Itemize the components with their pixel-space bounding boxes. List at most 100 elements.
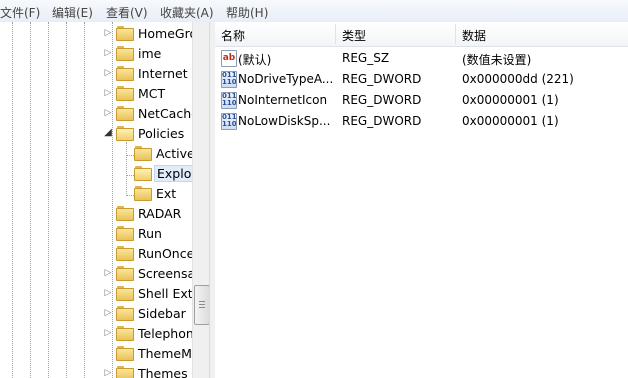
column-header-type[interactable]: 类型 <box>342 27 366 44</box>
grip-line <box>199 304 205 305</box>
tree-node-label: RunOnce <box>138 246 192 261</box>
folder-icon <box>116 206 134 221</box>
tree-node-label: Active <box>156 146 192 161</box>
value-data: 0x000000dd (221) <box>462 72 574 86</box>
folder-icon <box>116 226 134 241</box>
menu-help[interactable]: 帮助(H) <box>226 4 268 21</box>
tree-node-mct[interactable]: ▷ MCT <box>103 83 192 103</box>
expand-arrow-icon[interactable]: ▷ <box>103 107 113 119</box>
expand-arrow-icon[interactable]: ▷ <box>103 67 113 79</box>
tree-node-policies[interactable]: ◢ Policies <box>103 123 192 143</box>
folder-icon <box>134 146 152 161</box>
folder-icon <box>116 326 134 341</box>
dword-value-icon: 011 110 <box>221 113 237 130</box>
tree-node-label: ThemeMa <box>138 346 192 361</box>
tree-node-label: Policies <box>138 126 185 141</box>
tree-node-label: Themes <box>138 366 188 378</box>
value-name: (默认) <box>238 53 272 67</box>
tree-node-sidebar[interactable]: ▷ Sidebar <box>103 303 192 323</box>
tree-node-themes[interactable]: ▷ Themes <box>103 363 192 378</box>
menu-bar: 文件(F) 编辑(E) 查看(V) 收藏夹(A) 帮助(H) <box>0 0 628 23</box>
tree-node-internet-settings[interactable]: ▷ Internet S <box>103 63 192 83</box>
open-folder-icon <box>116 126 134 141</box>
expand-arrow-icon[interactable]: ▷ <box>103 307 113 319</box>
tree-guide-line <box>30 22 31 378</box>
value-data: (数值未设置) <box>462 53 532 67</box>
tree-node-netcache[interactable]: ▷ NetCache <box>103 103 192 123</box>
grip-line <box>199 307 205 308</box>
table-row[interactable]: 011 110 NoDriveTypeA... REG_DWORD 0x0000… <box>215 69 628 90</box>
expand-arrow-icon[interactable]: ▷ <box>103 287 113 299</box>
tree-node-thememanager[interactable]: ThemeMa <box>103 343 192 363</box>
tree-vertical-scrollbar[interactable] <box>192 22 210 378</box>
expand-arrow-icon[interactable]: ▷ <box>103 87 113 99</box>
folder-icon <box>116 366 134 378</box>
tree-node-explorer[interactable]: Explor <box>134 163 192 183</box>
tree-node-label: Ext <box>156 186 177 201</box>
tree-guide-line <box>84 22 85 378</box>
folder-icon <box>116 106 134 121</box>
column-header-data[interactable]: 数据 <box>462 27 486 44</box>
tree-node-ime[interactable]: ▷ ime <box>103 43 192 63</box>
tree-node-label: Run <box>138 226 162 241</box>
expand-arrow-icon[interactable]: ▷ <box>103 327 113 339</box>
table-row[interactable]: 011 110 NoLowDiskSp... REG_DWORD 0x00000… <box>215 111 628 132</box>
folder-icon <box>134 186 152 201</box>
tree-node-activedesktop[interactable]: Active <box>134 143 192 163</box>
tree-node-radar[interactable]: RADAR <box>103 203 192 223</box>
table-row[interactable]: 011 110 NoInternetIcon REG_DWORD 0x00000… <box>215 90 628 111</box>
value-type: REG_DWORD <box>342 114 422 128</box>
registry-values-list[interactable]: 名称 类型 数据 ab (默认) REG_SZ (数值未设置) 011 110 … <box>215 22 628 378</box>
menu-view[interactable]: 查看(V) <box>106 4 148 21</box>
folder-icon <box>116 46 134 61</box>
tree-node-label: Internet S <box>138 66 192 81</box>
column-header-name[interactable]: 名称 <box>221 27 245 44</box>
tree-guide-line <box>66 22 67 378</box>
expand-arrow-icon[interactable]: ▷ <box>103 267 113 279</box>
tree-node-label: RADAR <box>138 206 182 221</box>
tree-node-runonce[interactable]: RunOnce <box>103 243 192 263</box>
table-row[interactable]: ab (默认) REG_SZ (数值未设置) <box>215 48 628 69</box>
tree-guide-line <box>12 22 13 378</box>
registry-key-tree[interactable]: ▷ HomeGro ▷ ime ▷ Internet S ▷ MCT ▷ Net… <box>0 22 192 378</box>
value-name: NoInternetIcon <box>238 93 328 107</box>
folder-icon <box>116 26 134 41</box>
value-name: NoLowDiskSp... <box>238 114 331 128</box>
string-value-icon: ab <box>221 50 237 67</box>
value-type: REG_DWORD <box>342 72 422 86</box>
folder-icon <box>116 346 134 361</box>
list-header: 名称 类型 数据 <box>215 22 628 47</box>
tree-guide-line <box>126 195 134 196</box>
value-type: REG_DWORD <box>342 93 422 107</box>
tree-node-label: MCT <box>138 86 166 101</box>
tree-node-ext[interactable]: Ext <box>134 183 192 203</box>
tree-node-telephony[interactable]: ▷ Telephon <box>103 323 192 343</box>
expand-arrow-icon[interactable]: ▷ <box>103 367 113 378</box>
expand-arrow-icon[interactable]: ▷ <box>103 47 113 59</box>
folder-icon <box>116 246 134 261</box>
expand-arrow-icon[interactable]: ▷ <box>103 27 113 39</box>
tree-node-label: Shell Exte <box>138 286 192 301</box>
tree-node-screensavers[interactable]: ▷ Screensa <box>103 263 192 283</box>
dword-value-icon: 011 110 <box>221 71 237 88</box>
grip-line <box>199 301 205 302</box>
menu-file[interactable]: 文件(F) <box>0 4 40 21</box>
menu-favorites[interactable]: 收藏夹(A) <box>160 4 214 21</box>
tree-node-label: HomeGro <box>138 26 192 41</box>
column-divider[interactable] <box>455 24 456 44</box>
dword-value-icon: 011 110 <box>221 92 237 109</box>
value-type: REG_SZ <box>342 51 390 65</box>
tree-guide-line <box>126 155 134 156</box>
tree-guide-line <box>126 142 127 196</box>
tree-guide-line <box>126 175 134 176</box>
collapse-arrow-icon[interactable]: ◢ <box>103 127 113 139</box>
column-divider[interactable] <box>335 24 336 44</box>
scrollbar-thumb[interactable] <box>194 285 210 325</box>
tree-node-run[interactable]: Run <box>103 223 192 243</box>
tree-node-shell-extensions[interactable]: ▷ Shell Exte <box>103 283 192 303</box>
folder-icon <box>116 286 134 301</box>
value-data: 0x00000001 (1) <box>462 114 559 128</box>
tree-node-homegroup[interactable]: ▷ HomeGro <box>103 23 192 43</box>
menu-edit[interactable]: 编辑(E) <box>52 4 93 21</box>
tree-node-label: Sidebar <box>138 306 186 321</box>
